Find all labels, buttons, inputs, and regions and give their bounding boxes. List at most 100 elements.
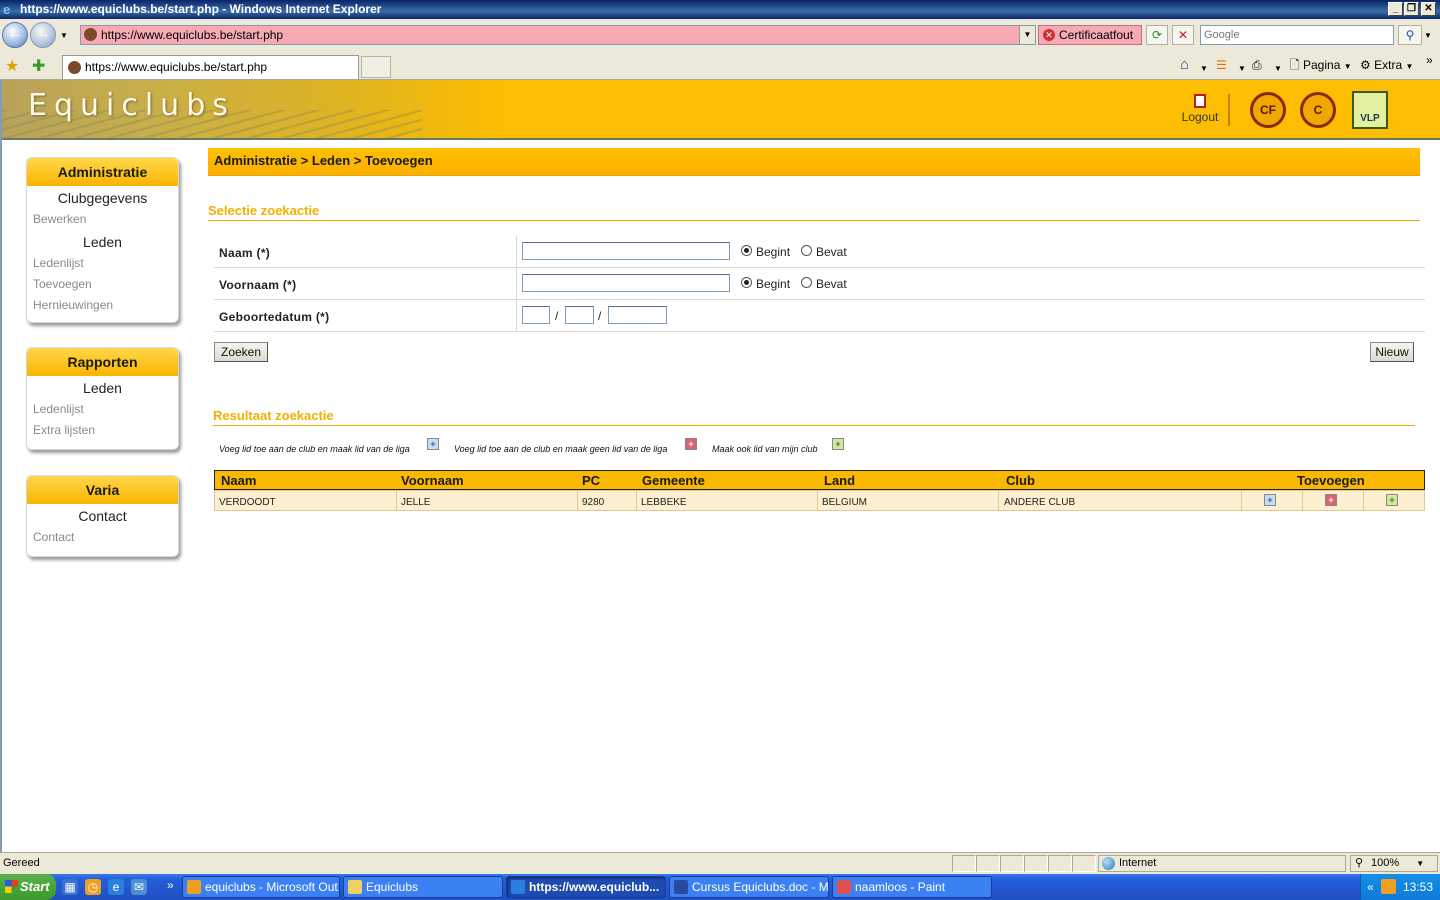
zoom-level-button[interactable]: ⚲ 100% ▼: [1350, 855, 1438, 872]
home-dropdown-icon[interactable]: ▼: [1200, 61, 1208, 77]
zoom-icon: ⚲: [1355, 857, 1364, 869]
voornaam-radio-bevat[interactable]: [801, 277, 812, 288]
new-button[interactable]: Nieuw: [1370, 342, 1414, 362]
page-menu-button[interactable]: 🗋 Pagina ▼: [1290, 57, 1352, 75]
ie-quicklaunch-icon[interactable]: e: [108, 879, 124, 895]
voornaam-radio-begint-label: Begint: [756, 277, 791, 291]
col-club: Club: [1006, 473, 1035, 488]
security-zone[interactable]: Internet: [1098, 855, 1346, 872]
form-row-geboortedatum: Geboortedatum (*) / /: [214, 300, 1425, 332]
search-input[interactable]: Google: [1200, 25, 1394, 45]
extra-menu-button[interactable]: ⚙ Extra ▼: [1360, 57, 1413, 75]
breadcrumb: Administratie > Leden > Toevoegen: [208, 148, 1420, 176]
birth-year-input[interactable]: [608, 306, 667, 324]
add-favorite-icon[interactable]: ✚: [32, 56, 45, 76]
sidebar-link-hernieuwingen[interactable]: Hernieuwingen: [27, 295, 178, 316]
forward-button[interactable]: →: [30, 22, 56, 48]
search-options-icon[interactable]: ▼: [1424, 31, 1432, 40]
naam-radio-bevat-label: Bevat: [816, 245, 847, 259]
start-button[interactable]: Start: [0, 874, 56, 900]
close-window-button[interactable]: ✕: [1421, 2, 1436, 16]
liga-logo-1[interactable]: CF: [1250, 92, 1286, 128]
tray-expand-icon[interactable]: «: [1367, 874, 1374, 900]
media-quicklaunch-icon[interactable]: ✉: [131, 879, 147, 895]
vlp-logo[interactable]: VLP: [1352, 91, 1388, 129]
url-dropdown-button[interactable]: ▼: [1019, 26, 1035, 44]
naam-radio-bevat[interactable]: [801, 245, 812, 256]
add-blue-icon[interactable]: +: [1264, 494, 1276, 506]
zone-label: Internet: [1119, 857, 1157, 869]
col-land: Land: [824, 473, 856, 488]
certificate-error-button[interactable]: ✕ Certificaatfout: [1038, 25, 1142, 45]
home-icon[interactable]: ⌂: [1180, 57, 1189, 73]
task-ie-equiclubs[interactable]: https://www.equiclub...: [506, 876, 666, 898]
task-outlook[interactable]: equiclubs - Microsoft Out...: [182, 876, 340, 898]
restore-button[interactable]: ❐: [1404, 2, 1419, 16]
refresh-button[interactable]: ⟳: [1146, 25, 1168, 45]
liga-logo-2[interactable]: C: [1300, 92, 1336, 128]
tab-label: https://www.equiclubs.be/start.php: [85, 60, 268, 74]
url-input[interactable]: https://www.equiclubs.be/start.php ▼: [80, 25, 1036, 45]
birth-month-input[interactable]: [565, 306, 594, 324]
outlook-quicklaunch-icon[interactable]: ◷: [85, 879, 101, 895]
sidebar-group-leden-rapporten: Leden: [83, 380, 122, 396]
chevron-more-icon[interactable]: »: [1426, 52, 1433, 68]
banner-divider: [1228, 94, 1230, 126]
col-naam: Naam: [221, 473, 257, 488]
task-label: Cursus Equiclubs.doc - M...: [692, 880, 829, 894]
add-blue-icon: +: [427, 438, 439, 450]
sidebar-link-extra-lijsten[interactable]: Extra lijsten: [27, 420, 178, 441]
sidebar-link-toevoegen[interactable]: Toevoegen: [27, 274, 178, 295]
sidebar-rapporten-title: Rapporten: [27, 348, 178, 376]
date-separator: /: [598, 309, 602, 323]
sidebar-group-leden: Leden: [83, 234, 122, 250]
search-icon[interactable]: ⚲: [1398, 25, 1422, 45]
add-green-icon[interactable]: +: [1386, 494, 1398, 506]
cell-divider: [1241, 491, 1242, 510]
task-paint[interactable]: naamloos - Paint: [832, 876, 992, 898]
tab-equiclubs[interactable]: https://www.equiclubs.be/start.php: [62, 55, 359, 79]
sidebar-link-contact[interactable]: Contact: [27, 527, 178, 548]
birth-day-input[interactable]: [522, 306, 550, 324]
quicklaunch-more-icon[interactable]: »: [167, 878, 174, 892]
search-button[interactable]: Zoeken: [214, 342, 268, 362]
naam-input[interactable]: [522, 242, 730, 260]
logout-button[interactable]: Logout: [1178, 94, 1222, 124]
tray-outlook-icon[interactable]: [1381, 879, 1396, 894]
feeds-dropdown-icon[interactable]: ▼: [1238, 61, 1246, 77]
stop-button[interactable]: ✕: [1172, 25, 1194, 45]
sidebar-link-ledenlijst-rapport[interactable]: Ledenlijst: [27, 399, 178, 420]
voornaam-radio-begint[interactable]: [741, 277, 752, 288]
minimize-button[interactable]: _: [1388, 2, 1403, 16]
cell-divider: [577, 491, 578, 510]
certificate-error-icon: ✕: [1043, 29, 1055, 41]
window-title: https://www.equiclubs.be/start.php - Win…: [20, 2, 382, 16]
feeds-icon[interactable]: ☰: [1216, 57, 1227, 73]
vlp-logo-text: VLP: [1360, 113, 1380, 124]
form-divider: [516, 268, 517, 300]
logout-label: Logout: [1181, 110, 1219, 124]
sidebar-link-bewerken[interactable]: Bewerken: [27, 209, 178, 230]
voornaam-input[interactable]: [522, 274, 730, 292]
col-gemeente: Gemeente: [642, 473, 705, 488]
print-dropdown-icon[interactable]: ▼: [1274, 61, 1282, 77]
legend-text-no-liga: Voeg lid toe aan de club en maak geen li…: [454, 444, 668, 454]
status-cell: [1048, 855, 1072, 872]
favorites-star-icon[interactable]: ★: [5, 56, 19, 76]
new-tab-button[interactable]: [361, 56, 391, 78]
results-section-divider: [213, 425, 1415, 426]
status-bar: Gereed Internet ⚲ 100% ▼: [0, 852, 1440, 874]
print-icon[interactable]: ⎙: [1252, 57, 1262, 73]
naam-radio-begint[interactable]: [741, 245, 752, 256]
back-button[interactable]: ←: [2, 22, 28, 48]
show-desktop-icon[interactable]: ▦: [62, 879, 78, 895]
extra-menu-label: Extra: [1374, 58, 1403, 72]
history-dropdown-icon[interactable]: ▼: [60, 31, 68, 40]
task-word[interactable]: Cursus Equiclubs.doc - M...: [669, 876, 829, 898]
naam-label: Naam (*): [219, 246, 271, 260]
clock[interactable]: 13:53: [1403, 874, 1433, 900]
sidebar-link-ledenlijst[interactable]: Ledenlijst: [27, 253, 178, 274]
add-red-icon[interactable]: +: [1325, 494, 1337, 506]
tab-favicon-icon: [68, 61, 81, 74]
task-equiclubs-folder[interactable]: Equiclubs: [343, 876, 503, 898]
